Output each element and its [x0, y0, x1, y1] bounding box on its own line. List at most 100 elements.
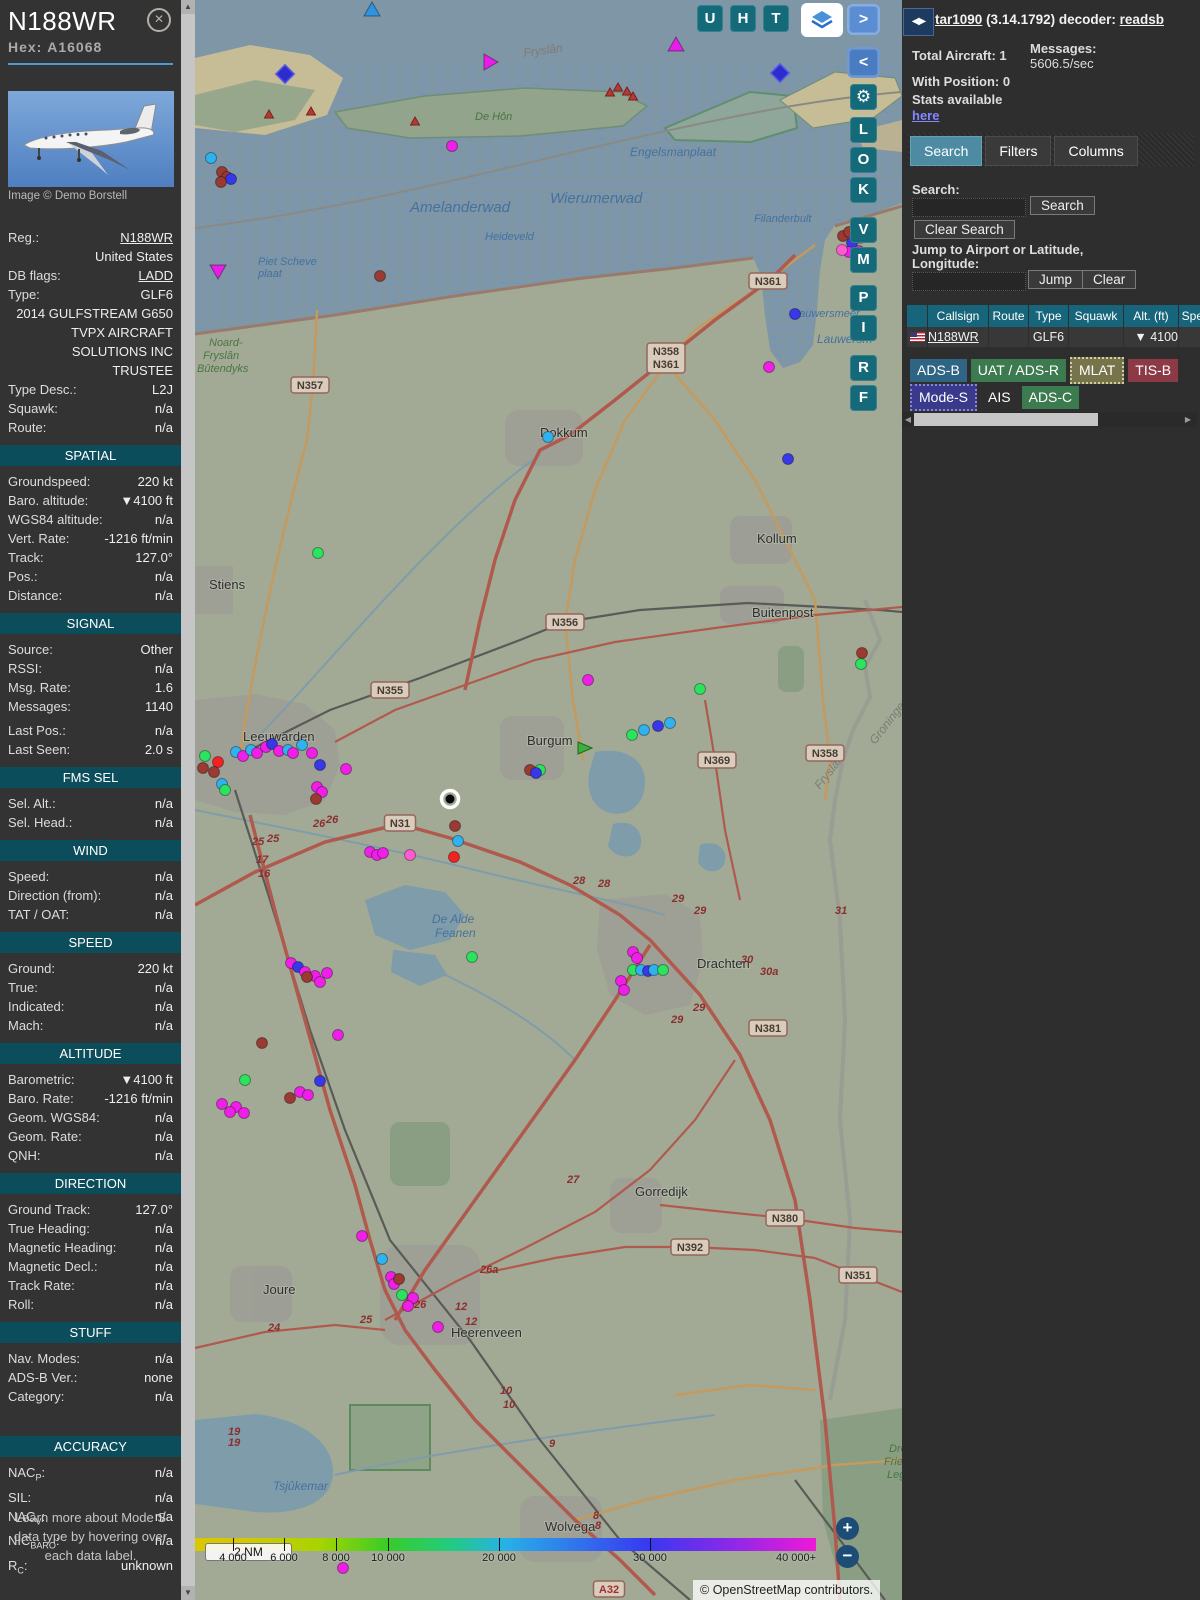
aircraft-dot[interactable] — [789, 308, 801, 320]
aircraft-dot[interactable] — [402, 1300, 414, 1312]
aircraft-dot[interactable] — [208, 766, 220, 778]
aircraft-dot[interactable] — [239, 1074, 251, 1086]
aircraft-dot[interactable] — [219, 784, 231, 796]
aircraft-dot[interactable] — [337, 1562, 349, 1574]
callsign-link[interactable]: N188WR — [928, 327, 988, 347]
aircraft-dot[interactable] — [310, 793, 322, 805]
info-value-link[interactable]: LADD — [67, 266, 173, 285]
pan-left-button[interactable]: < — [847, 47, 880, 78]
aircraft-dot[interactable] — [618, 984, 630, 996]
aircraft-dot[interactable] — [356, 1230, 368, 1242]
scroll-left-icon[interactable]: ◀ — [902, 412, 914, 427]
aircraft-dot[interactable] — [374, 270, 386, 282]
scrollbar-thumb[interactable] — [914, 413, 1098, 426]
aircraft-dot[interactable] — [652, 720, 664, 732]
table-row[interactable]: N188WR GLF6 ▼ 4100 — [907, 327, 1200, 347]
tab-search[interactable]: Search — [910, 136, 983, 166]
col-header[interactable]: Type — [1029, 305, 1068, 327]
aircraft-dot[interactable] — [314, 759, 326, 771]
scroll-right-icon[interactable]: ▶ — [1182, 412, 1194, 427]
button-l[interactable]: L — [850, 117, 877, 143]
aircraft-dot[interactable] — [446, 140, 458, 152]
selected-aircraft-marker-core[interactable] — [445, 794, 455, 804]
col-header[interactable] — [907, 305, 927, 327]
aircraft-dot[interactable] — [377, 847, 389, 859]
aircraft-dot[interactable] — [225, 173, 237, 185]
close-icon[interactable]: ✕ — [147, 8, 171, 32]
tar1090-link[interactable]: tar1090 — [935, 12, 982, 27]
aircraft-dot[interactable] — [694, 683, 706, 695]
aircraft-dot[interactable] — [856, 647, 868, 659]
col-header[interactable]: Speed — [1179, 305, 1200, 327]
aircraft-dot[interactable] — [396, 1289, 408, 1301]
aircraft-dot[interactable] — [836, 244, 848, 256]
col-header[interactable]: Callsign — [928, 305, 988, 327]
jump-input[interactable] — [912, 272, 1026, 291]
aircraft-dot[interactable] — [376, 1253, 388, 1265]
aircraft-dot[interactable] — [306, 747, 318, 759]
aircraft-dot[interactable] — [314, 1075, 326, 1087]
button-t[interactable]: T — [763, 5, 789, 32]
aircraft-dot[interactable] — [530, 767, 542, 779]
search-button[interactable]: Search — [1030, 196, 1095, 215]
sidebar-scrollbar[interactable]: ▲ ▼ — [181, 0, 195, 1600]
button-r[interactable]: R — [850, 355, 877, 381]
jump-clear-button[interactable]: Clear — [1082, 270, 1137, 289]
aircraft-dot[interactable] — [302, 1089, 314, 1101]
aircraft-dot[interactable] — [782, 453, 794, 465]
zoom-out-button[interactable]: − — [836, 1545, 859, 1568]
aircraft-dot[interactable] — [340, 763, 352, 775]
map[interactable]: Fryslân De Hôn Engelsmanplaat Amelanderwad W… — [195, 0, 902, 1600]
aircraft-dot[interactable] — [256, 1037, 268, 1049]
aircraft-dot[interactable] — [452, 835, 464, 847]
aircraft-dot[interactable] — [215, 176, 227, 188]
clear-search-button[interactable]: Clear Search — [914, 220, 1015, 239]
aircraft-dot[interactable] — [197, 762, 209, 774]
button-k[interactable]: K — [850, 177, 877, 203]
aircraft-dot[interactable] — [238, 1107, 250, 1119]
aircraft-dot[interactable] — [314, 976, 326, 988]
aircraft-dot[interactable] — [432, 1321, 444, 1333]
button-p[interactable]: P — [850, 285, 877, 311]
col-header[interactable]: Alt. (ft) — [1124, 305, 1178, 327]
aircraft-dot[interactable] — [321, 967, 333, 979]
tab-columns[interactable]: Columns — [1054, 136, 1138, 166]
readsb-link[interactable]: readsb — [1120, 12, 1164, 27]
aircraft-photo[interactable] — [8, 91, 174, 187]
jump-button[interactable]: Jump — [1028, 270, 1084, 289]
aircraft-dot[interactable] — [224, 1106, 236, 1118]
aircraft-dot[interactable] — [626, 729, 638, 741]
aircraft-dot[interactable] — [301, 971, 313, 983]
aircraft-dot[interactable] — [631, 952, 643, 964]
aircraft-dot[interactable] — [205, 152, 217, 164]
layers-button[interactable] — [801, 3, 843, 37]
info-value-link[interactable]: N188WR — [45, 228, 173, 247]
aircraft-dot[interactable] — [284, 1092, 296, 1104]
button-h[interactable]: H — [730, 5, 756, 32]
aircraft-dot[interactable] — [638, 724, 650, 736]
aircraft-dot[interactable] — [287, 747, 299, 759]
stats-here-link[interactable]: here — [912, 108, 939, 123]
aircraft-dot[interactable] — [542, 431, 554, 443]
aircraft-dot[interactable] — [296, 739, 308, 751]
search-input[interactable] — [912, 198, 1026, 217]
aircraft-dot[interactable] — [449, 820, 461, 832]
table-horizontal-scrollbar[interactable]: ◀ ▶ — [902, 412, 1197, 427]
scroll-up-icon[interactable]: ▲ — [181, 0, 195, 14]
aircraft-dot[interactable] — [332, 1029, 344, 1041]
button-f[interactable]: F — [850, 385, 877, 411]
scroll-down-icon[interactable]: ▼ — [181, 1586, 195, 1600]
aircraft-dot[interactable] — [312, 547, 324, 559]
aircraft-dot[interactable] — [763, 361, 775, 373]
aircraft-dot[interactable] — [664, 717, 676, 729]
zoom-in-button[interactable]: + — [836, 1517, 859, 1540]
aircraft-dot[interactable] — [448, 851, 460, 863]
tab-filters[interactable]: Filters — [985, 136, 1052, 166]
button-v[interactable]: V — [850, 217, 877, 243]
settings-gear-icon[interactable]: ⚙ — [850, 84, 877, 110]
osm-link[interactable]: OpenStreetMap — [713, 1583, 801, 1597]
aircraft-dot[interactable] — [582, 674, 594, 686]
aircraft-dot[interactable] — [657, 964, 669, 976]
button-m[interactable]: M — [850, 247, 877, 273]
button-o[interactable]: O — [850, 147, 877, 173]
